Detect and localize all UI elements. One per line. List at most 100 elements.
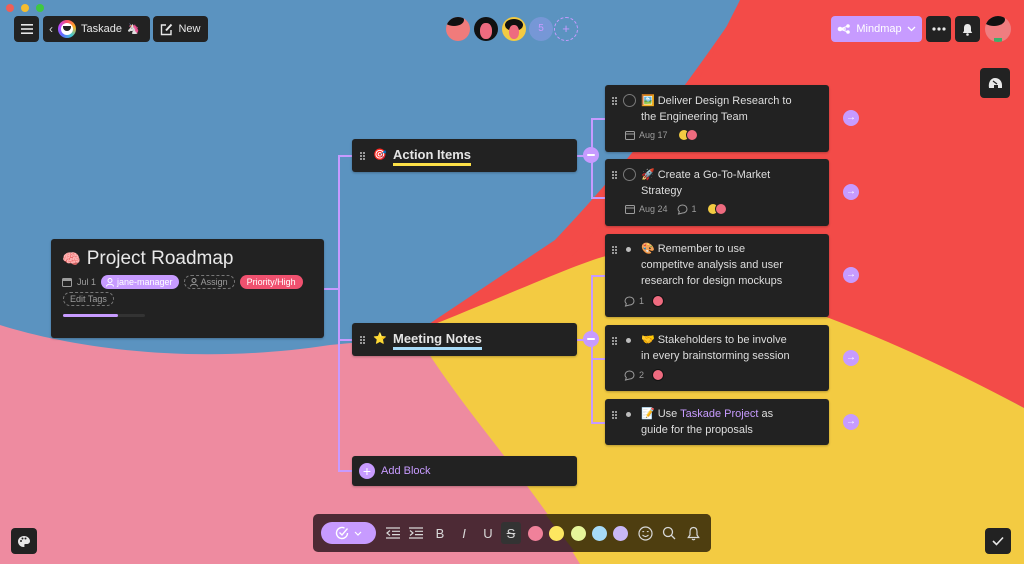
- collapse-action-items-button[interactable]: [583, 147, 599, 163]
- add-block-button[interactable]: + Add Block: [352, 456, 577, 486]
- note-text[interactable]: 🤝 Stakeholders to be involve in every bra…: [641, 332, 790, 364]
- color-swatch-lime[interactable]: [571, 526, 586, 541]
- root-title[interactable]: 🧠 Project Roadmap: [62, 248, 233, 270]
- task-card[interactable]: 🚀 Create a Go-To-Market Strategy Aug 24 1: [605, 159, 829, 226]
- view-mode-dropdown[interactable]: Mindmap: [831, 16, 922, 42]
- drag-handle-icon[interactable]: [360, 152, 366, 160]
- indent-button[interactable]: [407, 523, 425, 543]
- more-options-button[interactable]: [926, 16, 951, 42]
- plus-icon: +: [562, 21, 570, 36]
- open-task-button[interactable]: →: [843, 350, 859, 366]
- check-circle-icon: [335, 526, 349, 540]
- note-card[interactable]: 📝 Use Taskade Project as guide for the pr…: [605, 399, 829, 445]
- indent-icon: [409, 527, 423, 539]
- task-type-dropdown[interactable]: [321, 522, 376, 544]
- task-text[interactable]: 🚀 Create a Go-To-Market Strategy: [641, 167, 770, 199]
- add-collaborator-button[interactable]: +: [554, 17, 578, 41]
- color-swatch-pink[interactable]: [528, 526, 543, 541]
- avatar: [685, 129, 698, 141]
- calendar-icon: [625, 131, 635, 140]
- note-card[interactable]: 🎨 Remember to use competitve analysis and…: [605, 234, 829, 317]
- outdent-button[interactable]: [384, 523, 402, 543]
- reminder-button[interactable]: [683, 523, 703, 543]
- open-task-button[interactable]: →: [843, 184, 859, 200]
- italic-button[interactable]: I: [455, 523, 473, 543]
- avatar[interactable]: [652, 295, 665, 307]
- priority-tag[interactable]: Priority/High: [239, 275, 303, 289]
- drag-handle-icon[interactable]: [612, 246, 618, 254]
- open-task-button[interactable]: →: [843, 414, 859, 430]
- collapse-meeting-notes-button[interactable]: [583, 331, 599, 347]
- complete-button[interactable]: [985, 528, 1011, 554]
- root-progress-bar: [63, 314, 145, 317]
- new-button[interactable]: New: [153, 16, 208, 42]
- drag-handle-icon[interactable]: [612, 97, 618, 105]
- color-swatch-blue[interactable]: [592, 526, 607, 541]
- section-title[interactable]: Action Items: [393, 148, 472, 166]
- section-card-meeting-notes[interactable]: ⭐ Meeting Notes: [352, 323, 577, 356]
- arrow-right-icon: →: [846, 112, 856, 123]
- assignee-avatars[interactable]: [677, 129, 698, 141]
- mindmap-icon: [838, 24, 851, 34]
- close-window-button[interactable]: [6, 4, 14, 12]
- user-avatar[interactable]: [985, 16, 1011, 42]
- section-card-action-items[interactable]: 🎯 Action Items: [352, 139, 577, 172]
- comment-icon[interactable]: [624, 295, 635, 307]
- collaborator-count[interactable]: 5: [529, 17, 553, 41]
- task-text[interactable]: 🖼️ Deliver Design Research to the Enginee…: [641, 93, 792, 125]
- user-icon: [106, 277, 115, 287]
- section-title[interactable]: Meeting Notes: [393, 332, 482, 350]
- notifications-button[interactable]: [955, 16, 980, 42]
- drag-handle-icon[interactable]: [360, 336, 366, 344]
- root-date[interactable]: Jul 1: [77, 277, 96, 287]
- color-swatch-lavender[interactable]: [613, 526, 628, 541]
- bullet-icon: [626, 412, 631, 417]
- focus-mode-button[interactable]: [980, 68, 1010, 98]
- workspace-button[interactable]: ‹ Taskade 🦄: [43, 16, 150, 42]
- emoji-button[interactable]: [635, 523, 655, 543]
- drag-handle-icon[interactable]: [612, 171, 618, 179]
- task-card[interactable]: 🖼️ Deliver Design Research to the Enginee…: [605, 85, 829, 152]
- open-task-button[interactable]: →: [843, 267, 859, 283]
- bullet-icon: [626, 247, 631, 252]
- project-link[interactable]: Taskade Project: [680, 408, 758, 420]
- collaborator-avatar-3[interactable]: [502, 17, 526, 41]
- color-swatch-yellow[interactable]: [549, 526, 564, 541]
- bold-button[interactable]: B: [431, 523, 449, 543]
- menu-button[interactable]: [14, 16, 39, 42]
- avatar[interactable]: [652, 369, 665, 381]
- task-checkbox[interactable]: [623, 168, 636, 181]
- note-text[interactable]: 🎨 Remember to use competitve analysis and…: [641, 241, 783, 289]
- drag-handle-icon[interactable]: [612, 411, 618, 419]
- comment-icon[interactable]: [677, 203, 688, 215]
- task-checkbox[interactable]: [623, 94, 636, 107]
- bell-icon: [686, 526, 700, 540]
- assign-button[interactable]: Assign: [183, 275, 235, 289]
- root-title-text: Project Roadmap: [86, 248, 234, 269]
- note-card[interactable]: 🤝 Stakeholders to be involve in every bra…: [605, 325, 829, 391]
- due-date[interactable]: Aug 17: [639, 130, 668, 140]
- assignee-chip[interactable]: jane-manager: [101, 275, 179, 289]
- search-icon: [662, 526, 676, 540]
- minimize-window-button[interactable]: [21, 4, 29, 12]
- root-node-card[interactable]: 🧠 Project Roadmap Jul 1 jane-manager Ass…: [51, 239, 324, 338]
- drag-handle-icon[interactable]: [612, 337, 618, 345]
- search-button[interactable]: [659, 523, 679, 543]
- maximize-window-button[interactable]: [36, 4, 44, 12]
- note-text[interactable]: 📝 Use Taskade Project as guide for the pr…: [641, 406, 773, 438]
- due-date[interactable]: Aug 24: [639, 204, 668, 214]
- comment-icon[interactable]: [624, 369, 635, 381]
- root-progress-fill: [63, 314, 118, 317]
- collaborator-avatar-2[interactable]: [474, 17, 498, 41]
- collaborator-avatar-1[interactable]: [446, 17, 470, 41]
- theme-button[interactable]: [11, 528, 37, 554]
- strikethrough-button[interactable]: S: [501, 522, 521, 544]
- edit-tags-button[interactable]: Edit Tags: [63, 292, 114, 306]
- new-label: New: [178, 23, 201, 35]
- comment-count: 1: [639, 296, 645, 306]
- picture-icon: 🖼️: [641, 95, 655, 107]
- hamburger-icon: [20, 24, 33, 34]
- underline-button[interactable]: U: [479, 523, 497, 543]
- assignee-avatars[interactable]: [706, 203, 727, 215]
- open-task-button[interactable]: →: [843, 110, 859, 126]
